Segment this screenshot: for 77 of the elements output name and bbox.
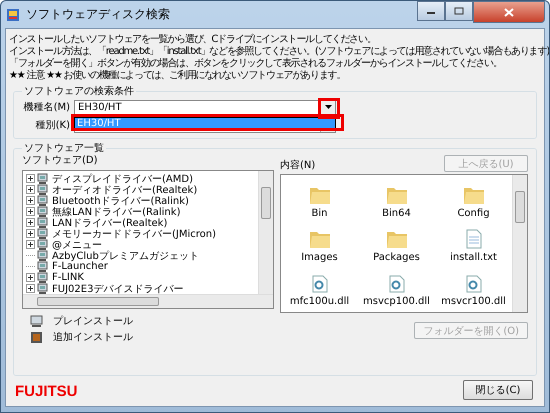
instruction-text: 「フォルダーを開く」ボタンが有効の場合は、ボタンをクリックして表示されるフォルダーからインストールしてください。 xyxy=(9,58,502,70)
expand-icon[interactable] xyxy=(26,174,35,183)
legend-label: 追加インストール xyxy=(53,330,133,344)
group-title: ソフトウェアの検索条件 xyxy=(23,84,135,98)
file-name[interactable]: Packages xyxy=(373,252,420,263)
maximize-icon xyxy=(454,7,464,15)
tree-item[interactable]: オーディオドライバー(Realtek) xyxy=(50,182,198,196)
app-icon xyxy=(6,8,20,22)
folder-icon xyxy=(386,229,408,249)
folder-icon xyxy=(386,185,408,205)
tree-item[interactable]: Bluetoothドライバー(Ralink) xyxy=(50,194,189,208)
computer-icon xyxy=(37,261,48,272)
close-dialog-button[interactable]: 閉じる(C) xyxy=(463,380,533,400)
tree-item[interactable]: LANドライバー(Realtek) xyxy=(50,216,168,230)
document-icon xyxy=(466,229,482,249)
legend-label: プレインストール xyxy=(53,314,133,328)
scrollbar[interactable] xyxy=(512,175,527,312)
expand-icon[interactable] xyxy=(26,273,35,282)
file-gear-icon xyxy=(312,275,328,293)
expand-icon[interactable] xyxy=(26,196,35,205)
expand-icon[interactable] xyxy=(26,229,35,238)
computer-icon xyxy=(37,228,48,239)
scrollbar[interactable] xyxy=(23,294,273,308)
computer-icon xyxy=(37,206,48,217)
tree-item[interactable]: AzbyClubプレミアムガジェット xyxy=(50,248,199,262)
file-name[interactable]: Bin xyxy=(312,208,328,219)
tree-item[interactable]: FUJ02E3デバイスドライバー xyxy=(50,282,184,294)
instruction-text: インストールしたいソフトウェアを一覧から選び、Cドライブにインストールしてください。 xyxy=(9,34,376,46)
computer-icon xyxy=(37,195,48,206)
tree-item[interactable]: F-Launcher xyxy=(50,261,108,272)
expand-icon[interactable] xyxy=(26,240,35,249)
computer-icon xyxy=(37,283,48,294)
file-name[interactable]: mfc100u.dll xyxy=(290,296,350,307)
maximize-button[interactable] xyxy=(445,1,473,21)
model-dropdown[interactable]: EH30/HT xyxy=(74,100,336,114)
folder-icon xyxy=(308,229,330,249)
tree-item[interactable]: @メニュー xyxy=(50,238,102,252)
tree-item[interactable]: 無線LANドライバー(Ralink) xyxy=(50,204,180,218)
list-label: ソフトウェア(D) xyxy=(22,155,99,167)
instruction-text: ★★ 注意 ★★ お使いの機種によっては、ご利用になれないソフトウェアがあります。 xyxy=(9,70,346,82)
tree-item[interactable]: ディスプレイドライバー(AMD) xyxy=(50,172,193,186)
brand-logo: FUJITSU xyxy=(15,383,78,400)
window-title: ソフトウェアディスク検索 xyxy=(26,6,170,23)
list-label: 内容(N) xyxy=(280,160,316,172)
field-label: 種別(K) xyxy=(34,119,70,132)
file-name[interactable]: msvcr100.dll xyxy=(441,296,506,307)
expand-icon[interactable] xyxy=(26,185,35,194)
instruction-text: インストール方法は、「readme.txt」「install.txt」などを参照してください。(ソフトウェアによっては用意されていない場合もあります) xyxy=(9,46,549,58)
file-gear-icon xyxy=(388,275,404,293)
computer-icon xyxy=(37,239,48,250)
computer-icon xyxy=(30,314,43,328)
computer-icon xyxy=(37,217,48,228)
computer-icon xyxy=(37,272,48,283)
tree-item[interactable]: メモリーカードドライバー(JMicron) xyxy=(50,226,216,240)
folder-icon xyxy=(462,185,484,205)
disk-icon xyxy=(30,330,43,344)
expand-icon[interactable] xyxy=(26,218,35,227)
expand-icon[interactable] xyxy=(26,207,35,216)
field-label: 機種名(M) xyxy=(22,100,70,114)
folder-icon xyxy=(308,185,330,205)
computer-icon xyxy=(37,173,48,184)
file-name[interactable]: Bin64 xyxy=(382,208,411,219)
close-button[interactable] xyxy=(473,1,545,23)
file-gear-icon xyxy=(466,275,482,293)
caret-icon xyxy=(324,105,332,109)
group-title: ソフトウェア一覧 xyxy=(23,142,105,155)
file-name[interactable]: install.txt xyxy=(450,252,497,263)
close-icon xyxy=(504,8,514,16)
minimize-button[interactable] xyxy=(417,1,445,21)
scrollbar[interactable] xyxy=(258,171,273,294)
computer-icon xyxy=(37,250,48,261)
file-name[interactable]: Config xyxy=(457,208,490,219)
expand-icon[interactable] xyxy=(26,284,35,293)
computer-icon xyxy=(37,184,48,195)
tree-item[interactable]: F-LINK xyxy=(50,272,84,283)
file-name[interactable]: msvcp100.dll xyxy=(363,296,430,307)
file-name[interactable]: Images xyxy=(301,252,338,263)
